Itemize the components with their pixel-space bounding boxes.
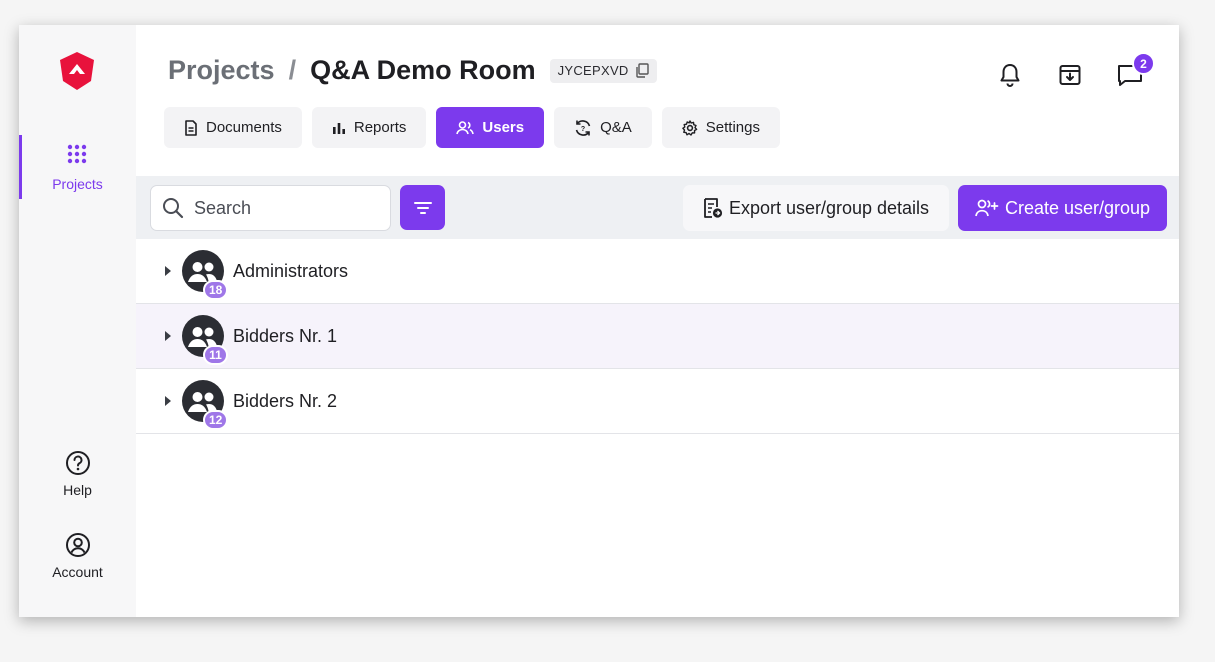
breadcrumb-projects-link[interactable]: Projects [168,55,275,86]
copy-icon [635,63,649,78]
breadcrumb-separator: / [288,55,297,85]
export-button[interactable]: Export user/group details [683,185,949,231]
bar-chart-icon [332,122,345,134]
tab-bar: Documents Reports Users ? Q&A Settings [164,107,780,148]
tab-label: Q&A [600,119,632,136]
users-icon [456,120,475,134]
expand-caret-icon[interactable] [164,330,172,342]
main-content: Projects / Q&A Demo Room JYCEPXVD 2 Docu… [136,25,1179,617]
tab-label: Documents [206,119,282,136]
page-title: Q&A Demo Room [310,55,536,85]
tab-settings[interactable]: Settings [661,107,780,148]
add-users-icon [975,199,999,217]
room-code-badge[interactable]: JYCEPXVD [549,58,657,83]
group-name: Bidders Nr. 2 [233,391,338,411]
search-box[interactable] [150,185,391,231]
group-row-bidders-1[interactable]: 11 Bidders Nr. 1 [136,304,1179,369]
qa-refresh-icon: ? [575,119,591,136]
group-name: Administrators [233,261,349,281]
bell-icon [1000,64,1020,87]
tab-qa[interactable]: ? Q&A [554,107,652,148]
sidebar-item-label: Account [52,564,103,580]
gear-icon [681,119,698,136]
sidebar-item-help[interactable]: Help [19,450,136,498]
archive-download-icon [1059,65,1081,85]
member-count-badge: 11 [203,345,228,365]
group-row-administrators[interactable]: 18 Administrators [136,239,1179,304]
tab-label: Users [482,119,525,136]
search-icon [163,198,184,219]
expand-caret-icon[interactable] [164,265,172,277]
notifications-button[interactable] [996,61,1024,89]
search-input[interactable] [194,197,374,219]
create-user-group-button[interactable]: Create user/group [958,185,1167,231]
filter-button[interactable] [400,185,445,230]
create-button-label: Create user/group [1004,197,1151,218]
sidebar-item-projects[interactable]: Projects [19,135,136,199]
tab-documents[interactable]: Documents [164,107,302,148]
document-icon [185,119,197,136]
tab-users[interactable]: Users [436,107,545,148]
member-count-badge: 18 [203,280,229,300]
sidebar: Projects Help Account [19,25,136,617]
group-row-bidders-2[interactable]: 12 Bidders Nr. 2 [136,369,1179,434]
sidebar-item-account[interactable]: Account [19,532,136,580]
archive-button[interactable] [1056,61,1084,89]
tab-label: Settings [705,119,760,136]
room-code-text: JYCEPXVD [557,63,629,78]
tab-reports[interactable]: Reports [311,107,427,148]
group-list: 18 Administrators 11 Bidders Nr. 1 12 Bi… [136,239,1179,434]
messages-badge: 2 [1132,52,1155,75]
help-circle-icon [65,451,90,475]
member-count-badge: 12 [203,410,229,430]
export-document-icon [704,198,723,218]
tab-label: Reports [353,119,407,136]
sidebar-item-label: Help [63,482,92,498]
toolbar: Export user/group details Create user/gr… [136,176,1179,239]
account-circle-icon [65,533,90,557]
grid-icon [67,144,87,164]
export-button-label: Export user/group details [728,197,930,218]
expand-caret-icon[interactable] [164,395,172,407]
brand-logo[interactable] [58,51,96,91]
sidebar-item-label: Projects [52,176,103,192]
app-window: Projects Help Account Projects / Q&A Dem… [19,25,1179,617]
group-name: Bidders Nr. 1 [233,326,338,346]
svg-text:?: ? [581,126,585,133]
filter-icon [413,201,432,214]
breadcrumb: Projects / Q&A Demo Room JYCEPXVD [168,55,657,86]
